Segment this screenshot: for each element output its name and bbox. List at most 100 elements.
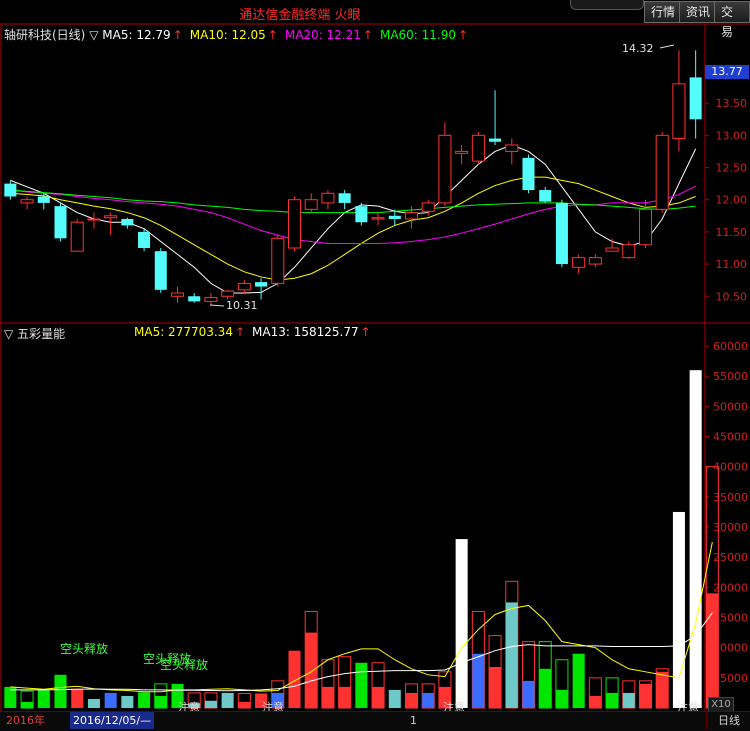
bear-release-label: 空头释放	[60, 642, 109, 656]
candle-body	[404, 212, 419, 220]
candle-body	[505, 144, 519, 152]
ma-indicator: MA10: 12.05	[189, 28, 266, 42]
candle-body	[455, 150, 469, 154]
volume-bar	[455, 539, 468, 708]
candle-body	[104, 215, 118, 219]
volume-ma-legend: MA5: 277703.34 ↑ MA13: 158125.77 ↑	[134, 325, 378, 339]
candle-body	[588, 257, 602, 265]
candle-body	[70, 221, 84, 252]
year-label: 2016年	[6, 714, 45, 727]
volume-bar-fill	[372, 686, 385, 708]
low-arrow	[209, 304, 225, 307]
candle-body	[638, 208, 653, 246]
volume-bar-fill	[305, 632, 318, 708]
candle-body	[689, 77, 702, 120]
price-legend: 轴研科技(日线) ▽ MA5: 12.79 ↑ MA10: 12.05 ↑ MA20: …	[4, 26, 475, 43]
ma-indicator: MA60: 11.90	[379, 28, 457, 42]
candle-body	[154, 251, 167, 290]
cursor-date-label: 2016/12/05/—	[70, 712, 155, 729]
volume-bar	[355, 662, 368, 708]
volume-bar-fill	[472, 653, 485, 708]
up-arrow-icon: ↑	[362, 28, 373, 42]
volume-bar-fill	[505, 602, 518, 708]
candle-body	[204, 297, 218, 302]
up-arrow-icon: ↑	[360, 325, 371, 339]
stock-name: 轴研科技(日线)	[4, 28, 86, 42]
candle-body	[271, 237, 285, 284]
period-selector[interactable]: 日线	[706, 712, 750, 729]
candle-body	[304, 199, 318, 210]
low-price-label: 10.31	[226, 299, 258, 312]
candle-body	[20, 199, 34, 204]
high-price-label: 14.32	[622, 42, 654, 55]
candle-body	[655, 134, 669, 210]
up-arrow-icon: ↑	[267, 28, 278, 42]
candle-body	[87, 218, 101, 221]
current-price-tag: 13.77	[705, 65, 749, 79]
candle-body	[355, 206, 368, 223]
up-arrow-icon: ↑	[234, 325, 246, 339]
bear-release-label: 空头释放	[160, 658, 209, 672]
volume-bar	[54, 674, 67, 708]
dropdown-triangle-icon[interactable]: ▽	[89, 28, 98, 42]
volume-bar-fill	[154, 695, 167, 708]
y-tick-label: 10.50	[716, 290, 748, 303]
candle-body	[605, 247, 619, 252]
volume-bar	[87, 698, 100, 708]
volume-bar-fill	[639, 683, 652, 708]
candle-body	[138, 231, 151, 248]
volume-bar-fill	[489, 666, 502, 708]
candle-body	[555, 202, 568, 265]
volume-bar-fill	[405, 692, 418, 708]
y-tick-label: 45000	[713, 431, 748, 444]
volume-bar	[138, 692, 151, 708]
up-arrow-icon: ↑	[458, 28, 469, 42]
volume-bar-fill	[555, 689, 568, 708]
volume-bar	[572, 653, 585, 708]
volume-bar-fill	[706, 593, 719, 708]
y-tick-label: 11.50	[716, 226, 748, 239]
candle-body	[672, 83, 686, 140]
candle-body	[221, 290, 235, 297]
ma-line-ma5	[10, 144, 697, 294]
volume-bar-fill	[622, 692, 635, 708]
y-tick-label: 12.00	[716, 194, 748, 207]
candle-body	[371, 217, 385, 220]
candle-body	[471, 134, 485, 162]
volume-bar-fill	[589, 695, 602, 708]
volume-bar-fill	[21, 701, 34, 708]
high-arrow	[659, 44, 675, 49]
chart-canvas[interactable]: 14.0013.5013.0012.5012.0011.5011.0010.50…	[0, 0, 750, 730]
candle-body	[121, 219, 134, 226]
up-arrow-icon: ↑	[172, 28, 183, 42]
candle-body	[4, 183, 17, 197]
volume-bar-fill	[238, 701, 251, 708]
volume-bar	[221, 692, 234, 708]
candle-body	[237, 282, 251, 291]
candle-body	[170, 292, 185, 297]
y-tick-label: 60000	[713, 340, 748, 353]
volume-bar	[37, 689, 50, 708]
volume-bar-fill	[204, 700, 217, 708]
candle-body	[522, 157, 535, 191]
ma-indicator: MA5: 12.79	[102, 28, 171, 42]
candle-body	[388, 215, 401, 220]
candle-body	[622, 244, 636, 259]
candle-body	[572, 257, 586, 268]
candle-body	[338, 193, 351, 203]
y-tick-label: 11.00	[716, 258, 748, 271]
dropdown-triangle-icon[interactable]: ▽	[4, 327, 13, 341]
candle-body	[54, 206, 67, 239]
y-tick-label: 12.50	[716, 162, 748, 175]
y-tick-label: 50000	[713, 400, 748, 413]
volume-legend: ▽ 五彩量能	[4, 325, 65, 342]
candle-body	[539, 190, 552, 202]
volume-bar-fill	[606, 692, 619, 708]
candle-body	[188, 296, 201, 302]
y-tick-label: 55000	[713, 370, 748, 383]
volume-bar	[104, 692, 117, 708]
volume-bar-fill	[522, 680, 535, 708]
timeline-marker: 1	[410, 714, 417, 727]
volume-bar-fill	[338, 686, 351, 708]
volume-bar-fill	[656, 671, 669, 708]
